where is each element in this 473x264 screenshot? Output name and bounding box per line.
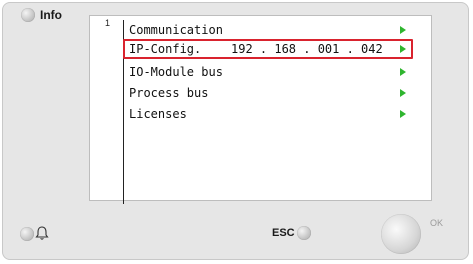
- ok-label: OK: [430, 218, 444, 228]
- info-led-icon[interactable]: [21, 8, 35, 22]
- info-label: Info: [40, 8, 62, 22]
- menu-item-licenses[interactable]: Licenses: [123, 104, 413, 124]
- triangle-right-icon: [400, 68, 406, 76]
- esc-label: ESC: [272, 227, 295, 239]
- bell-icon[interactable]: [35, 225, 49, 241]
- menu-item-io-module-bus[interactable]: IO-Module bus: [123, 62, 413, 82]
- alarm-led-icon[interactable]: [20, 227, 34, 241]
- triangle-right-icon: [400, 45, 406, 53]
- menu-item-process-bus[interactable]: Process bus: [123, 83, 413, 103]
- menu-item-label: Communication: [129, 23, 223, 37]
- ok-button[interactable]: [381, 214, 421, 254]
- menu-item-label: Process bus: [129, 86, 209, 100]
- triangle-right-icon: [400, 26, 406, 34]
- menu-item-label: Licenses: [129, 107, 187, 121]
- menu-item-ip-config[interactable]: IP-Config. 192 . 168 . 001 . 042: [123, 39, 413, 59]
- ip-address-value: 192 . 168 . 001 . 042: [231, 42, 383, 56]
- page-number: 1: [105, 18, 111, 28]
- esc-button[interactable]: [297, 226, 311, 240]
- lcd-screen: 1 Communication IP-Config. 192 . 168 . 0…: [89, 15, 432, 204]
- triangle-right-icon: [400, 89, 406, 97]
- triangle-right-icon: [400, 110, 406, 118]
- menu-item-communication[interactable]: Communication: [123, 20, 413, 40]
- menu-item-label: IP-Config.: [129, 42, 202, 56]
- menu-item-label: IO-Module bus: [129, 65, 223, 79]
